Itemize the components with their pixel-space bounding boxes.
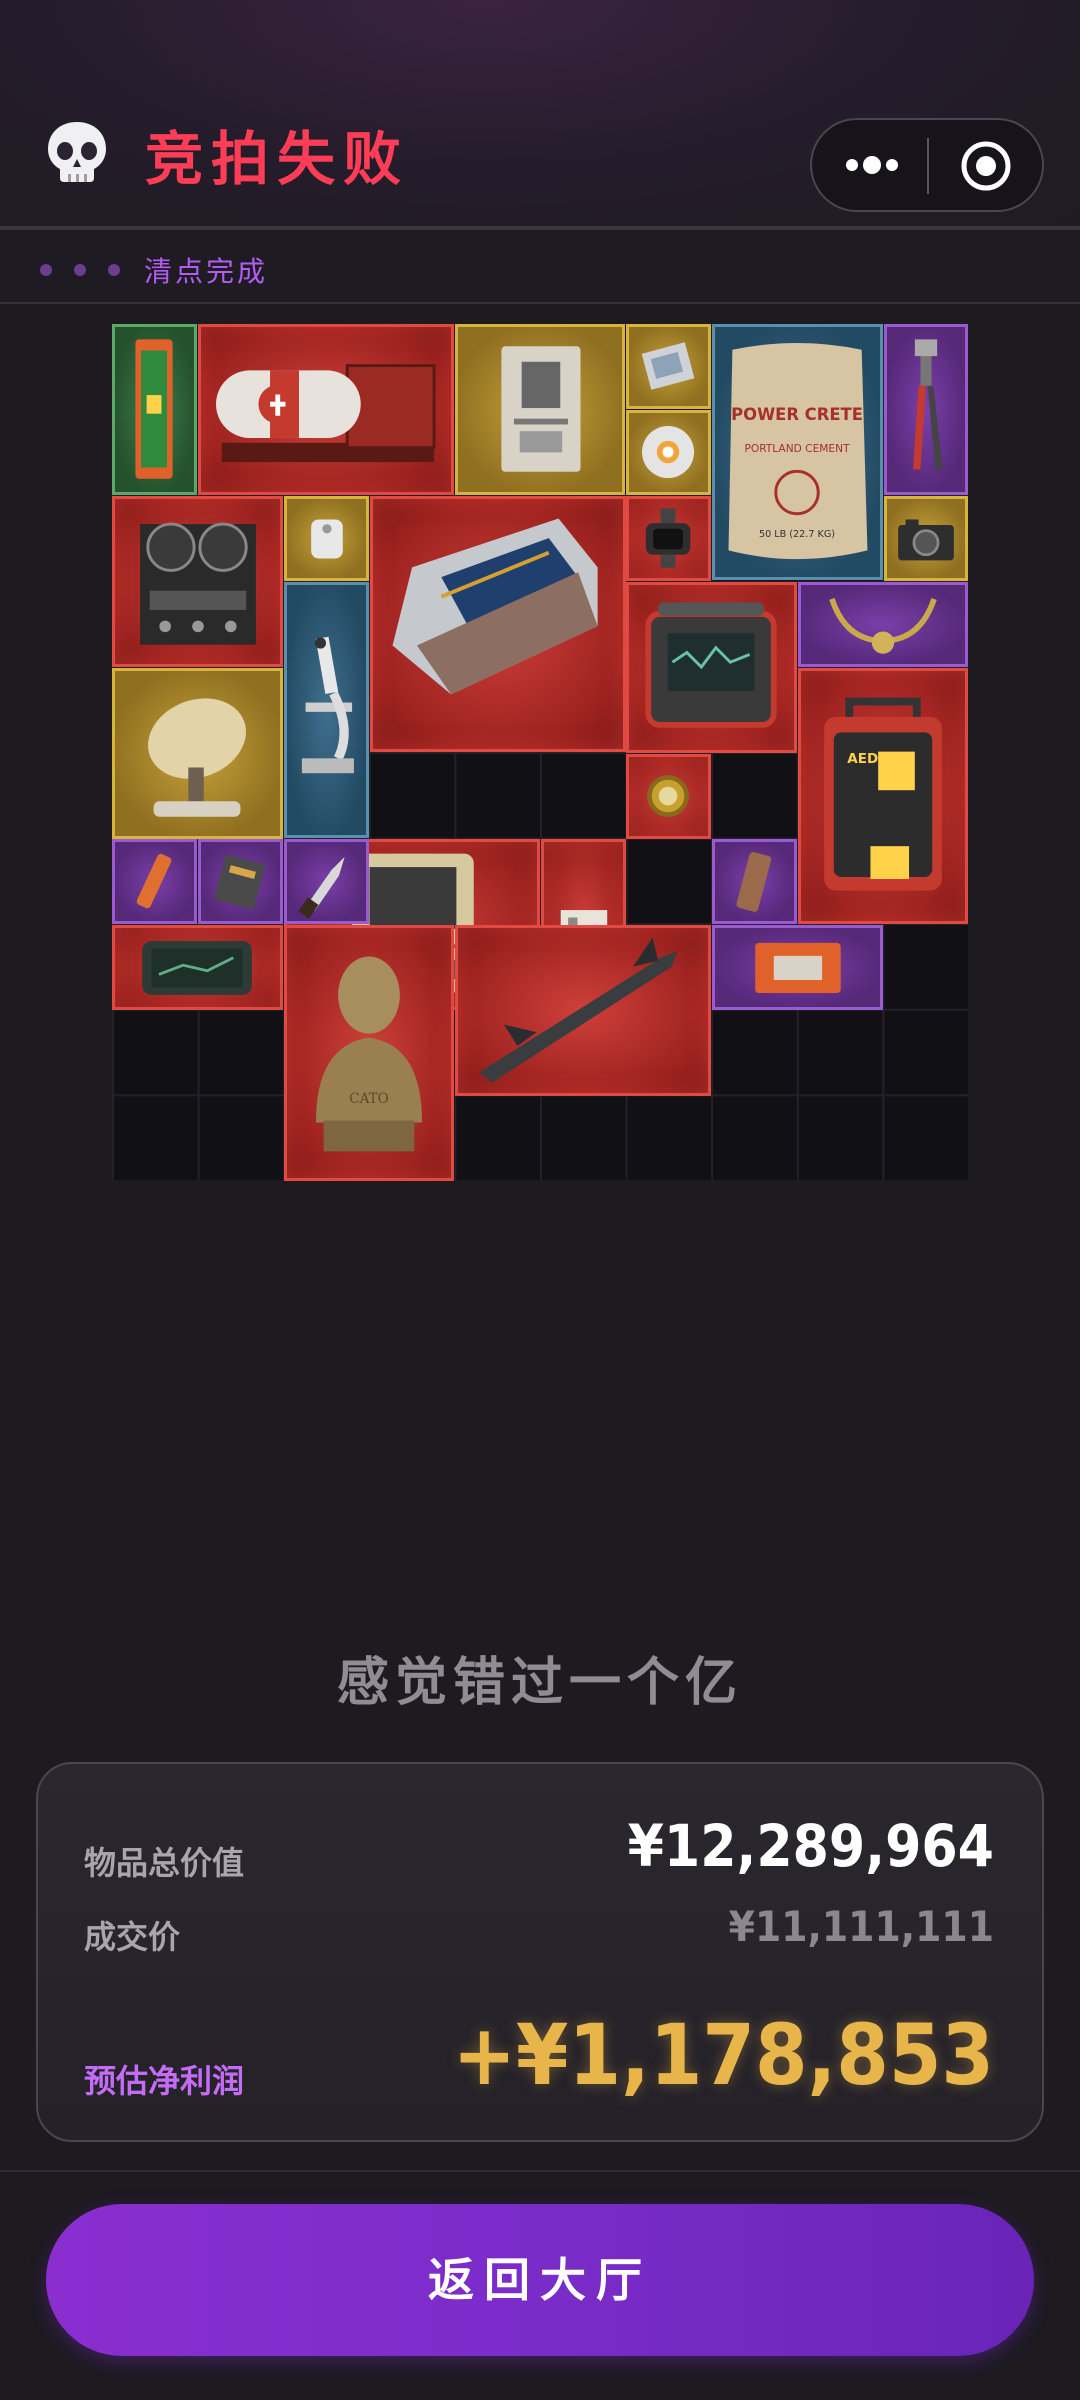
capsule-divider xyxy=(927,138,929,194)
progress-status-bar: 清点完成 xyxy=(0,234,1080,304)
cement-bag-weight: 50 LB (22.7 KG) xyxy=(759,529,835,540)
item-access-tag[interactable] xyxy=(284,496,369,581)
target-close-icon[interactable] xyxy=(960,140,1012,192)
skull-icon xyxy=(48,122,106,182)
progress-dot xyxy=(108,264,120,276)
item-knife[interactable] xyxy=(284,839,369,924)
cement-bag-type: PORTLAND CEMENT xyxy=(744,442,850,455)
bust-inscription: CATO xyxy=(349,1091,388,1107)
item-tablet-device[interactable] xyxy=(112,925,283,1010)
item-satellite-dish[interactable] xyxy=(112,668,283,839)
item-smart-watch[interactable] xyxy=(626,496,711,581)
item-aed-defibrillator[interactable]: AED xyxy=(798,668,968,924)
page-title: 竞拍失败 xyxy=(145,125,410,193)
item-cpu-chip[interactable] xyxy=(626,324,711,409)
item-pipe-wrench[interactable] xyxy=(884,324,968,495)
item-server-rack-module[interactable] xyxy=(370,496,626,752)
profit-value: +¥1,178,853 xyxy=(452,2006,994,2104)
total-value-label: 物品总价值 xyxy=(84,1844,245,1882)
bottom-action-area: 返回大厅 xyxy=(0,2170,1080,2400)
header: 竞拍失败 xyxy=(0,0,1080,230)
deal-price-label: 成交价 xyxy=(84,1918,181,1956)
result-quote: 感觉错过一个亿 xyxy=(336,1653,743,1713)
cement-bag-brand: POWER CRETE xyxy=(731,405,863,424)
more-dots-icon[interactable] xyxy=(842,142,902,188)
total-value: ¥12,289,964 xyxy=(627,1812,994,1880)
aed-label: AED xyxy=(847,751,878,767)
item-field-monitor-device[interactable] xyxy=(626,582,797,753)
item-aircraft-flight-recorder[interactable] xyxy=(198,324,454,495)
item-fire-extinguisher-cabinet[interactable] xyxy=(112,324,197,495)
item-id-card[interactable] xyxy=(455,324,625,495)
item-circuit-board[interactable] xyxy=(198,839,283,924)
item-horn-necklace[interactable] xyxy=(798,582,968,667)
item-missile[interactable] xyxy=(455,925,711,1096)
progress-dot xyxy=(74,264,86,276)
item-camera[interactable] xyxy=(884,496,968,581)
item-flashlight[interactable] xyxy=(112,839,197,924)
item-energy-bar[interactable] xyxy=(712,839,797,924)
item-cement-bag[interactable]: POWER CRETE PORTLAND CEMENT 50 LB (22.7 KG… xyxy=(712,324,883,580)
item-bronze-bust[interactable]: CATO xyxy=(284,925,454,1181)
settlement-card: 物品总价值 ¥12,289,964 成交价 ¥11,111,111 预估净利润 … xyxy=(36,1762,1044,2142)
mini-program-capsule xyxy=(810,118,1044,212)
progress-dot xyxy=(40,264,52,276)
deal-price-value: ¥11,111,111 xyxy=(728,1902,994,1951)
status-text: 清点完成 xyxy=(144,255,269,288)
back-to-lobby-button[interactable]: 返回大厅 xyxy=(46,2204,1034,2356)
profit-label: 预估净利润 xyxy=(84,2062,245,2100)
inventory-grid: POWER CRETE PORTLAND CEMENT 50 LB (22.7 KG… xyxy=(112,324,968,1181)
item-robot-sphere[interactable] xyxy=(626,410,711,495)
item-medkit-box[interactable] xyxy=(712,925,883,1010)
item-microscope[interactable] xyxy=(284,582,369,838)
item-reel-to-reel-recorder[interactable] xyxy=(112,496,283,667)
item-gold-watch[interactable] xyxy=(626,754,711,839)
